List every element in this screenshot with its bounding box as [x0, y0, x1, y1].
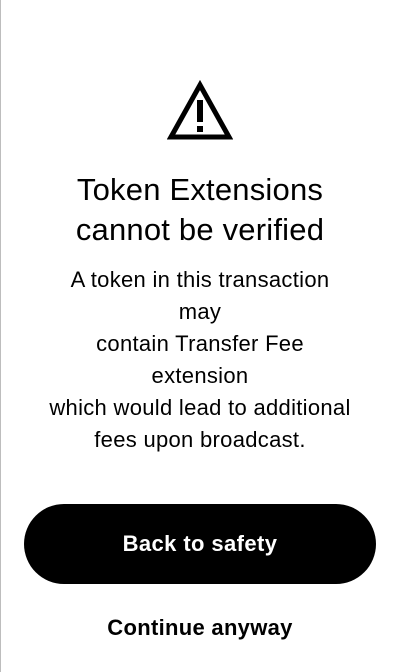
warning-message-line: A token in this transaction	[70, 267, 330, 292]
warning-message: A token in this transaction may contain …	[10, 264, 390, 456]
warning-title: Token Extensions cannot be verified	[20, 170, 380, 250]
warning-title-line-2: cannot be verified	[75, 212, 325, 247]
warning-message-line: may	[178, 299, 222, 324]
back-to-safety-button[interactable]: Back to safety	[24, 504, 376, 584]
continue-anyway-button[interactable]: Continue anyway	[80, 608, 320, 648]
warning-message-line: which would lead to additional	[49, 395, 351, 420]
warning-triangle-icon	[167, 80, 233, 140]
warning-message-line: fees upon broadcast.	[94, 427, 306, 452]
warning-message-line: contain Transfer Fee	[96, 331, 304, 356]
token-extension-warning-screen: Token Extensions cannot be verified A to…	[0, 0, 400, 672]
warning-message-line: extension	[151, 363, 249, 388]
warning-title-line-1: Token Extensions	[76, 172, 324, 207]
